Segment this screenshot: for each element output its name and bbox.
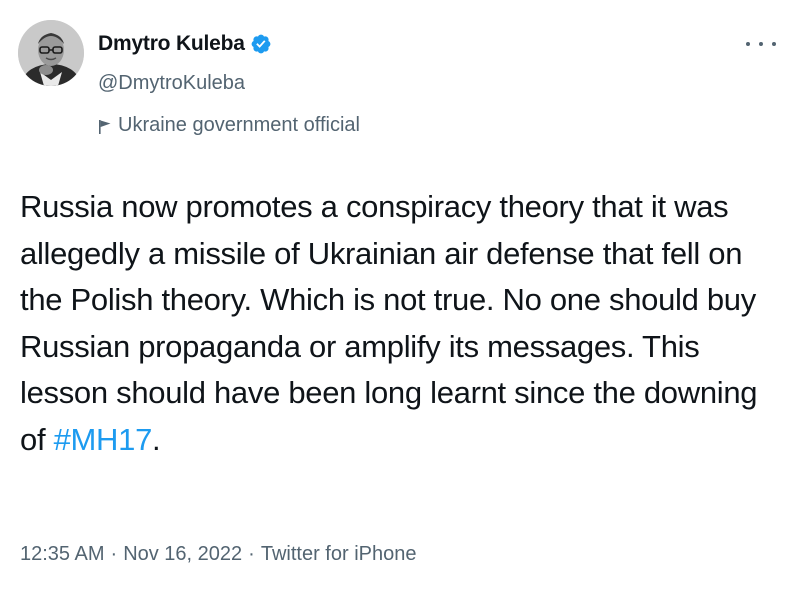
hashtag-link[interactable]: #MH17 <box>54 422 153 457</box>
tweet-text-line: Russia now promotes a conspiracy theory … <box>20 189 729 224</box>
flag-icon <box>98 118 112 134</box>
more-options-icon[interactable] <box>746 34 776 54</box>
separator-dot: · <box>110 543 118 565</box>
tweet-date[interactable]: Nov 16, 2022 <box>123 543 242 566</box>
tweet-metadata: 12:35 AM · Nov 16, 2022 · Twitter for iP… <box>20 543 416 566</box>
tweet-text-line: the Polish theory. Which is not true. No… <box>20 282 756 317</box>
affiliation-label: Ukraine government official <box>98 114 360 137</box>
tweet-text-line: Russian propaganda or amplify its messag… <box>20 328 700 364</box>
tweet-text-line: allegedly a missile of Ukrainian air def… <box>20 235 743 271</box>
verified-badge-icon <box>250 33 272 55</box>
author-handle[interactable]: @DmytroKuleba <box>98 72 245 95</box>
separator-dot: · <box>248 543 255 565</box>
tweet-text-line: lesson should have been long learnt sinc… <box>20 375 758 410</box>
tweet-text-line: of #MH17. <box>20 417 780 464</box>
avatar[interactable] <box>18 20 84 86</box>
avatar-photo <box>18 20 84 86</box>
tweet-card: Dmytro Kuleba @DmytroKuleba Ukraine gove… <box>0 0 800 600</box>
tweet-source[interactable]: Twitter for iPhone <box>261 543 417 566</box>
tweet-text: Russia now promotes a conspiracy theory … <box>20 184 780 463</box>
tweet-text-fragment: of <box>20 421 54 457</box>
author-name-row[interactable]: Dmytro Kuleba <box>98 30 272 58</box>
tweet-text-fragment: . <box>152 421 161 457</box>
tweet-time[interactable]: 12:35 AM <box>20 543 105 566</box>
affiliation-label-text: Ukraine government official <box>118 114 360 136</box>
author-display-name[interactable]: Dmytro Kuleba <box>98 32 245 56</box>
